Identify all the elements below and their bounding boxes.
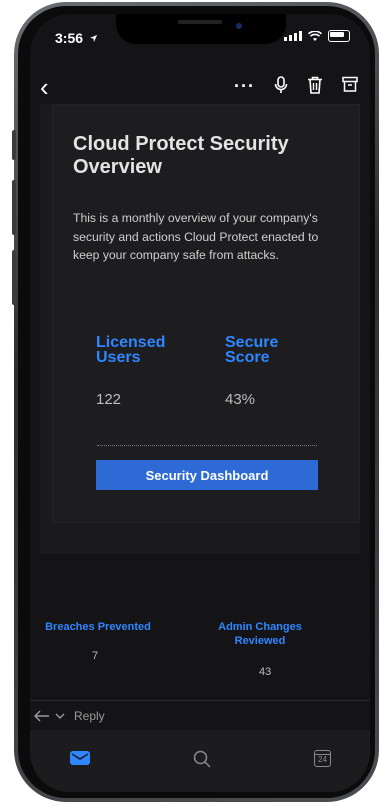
camera [236,23,242,29]
wifi-icon [308,30,322,41]
email-description: This is a monthly overview of your compa… [73,211,319,262]
reply-bar[interactable]: Reply [30,700,370,731]
divider [97,445,317,446]
notch [116,14,286,44]
tab-calendar[interactable]: 24 [314,750,331,767]
status-indicators [284,30,350,42]
secure-score-value: 43% [225,391,256,408]
email-body: Cloud Protect Security Overview This is … [40,104,360,554]
admin-changes-value: 43 [259,666,272,678]
status-time: 3:56 [55,30,98,46]
reply-label[interactable]: Reply [74,709,105,723]
archive-icon[interactable] [342,76,358,92]
breaches-prevented-label: Breaches Prevented [45,621,151,633]
phone-screen: 3:56 ‹ ··· Cloud Protect Security Overvi… [30,14,370,792]
chevron-down-icon[interactable] [55,712,65,720]
mail-icon [70,751,90,765]
search-icon [193,750,211,768]
side-button [12,130,16,160]
tab-search[interactable] [193,750,211,773]
speaker [178,20,222,24]
email-toolbar: ‹ ··· [30,70,370,104]
licensed-users-value: 122 [96,391,122,408]
calendar-day: 24 [318,755,327,764]
location-icon [89,34,98,43]
breaches-prevented-value: 7 [92,650,99,662]
signal-icon [284,31,302,41]
security-dashboard-button[interactable]: Security Dashboard [96,460,318,490]
tab-mail[interactable] [70,750,90,771]
trash-icon[interactable] [307,76,323,94]
admin-changes-label: Admin Changes Reviewed [218,621,302,647]
overview-card: Cloud Protect Security Overview This is … [52,104,360,523]
licensed-users-label: Licensed Users [96,334,166,366]
battery-icon [328,30,350,42]
more-icon[interactable]: ··· [234,76,255,97]
back-icon[interactable]: ‹ [40,74,49,100]
secure-score-label: Secure Score [225,334,279,366]
microphone-icon[interactable] [274,76,288,94]
bottom-tab-bar: 24 [30,730,370,792]
calendar-icon: 24 [314,750,331,767]
footer-stats: Breaches Prevented 7 Admin Changes Revie… [30,554,370,714]
email-title: Cloud Protect Security Overview [73,133,289,178]
side-button [12,250,16,305]
reply-icon[interactable] [34,710,50,722]
side-button [12,180,16,235]
